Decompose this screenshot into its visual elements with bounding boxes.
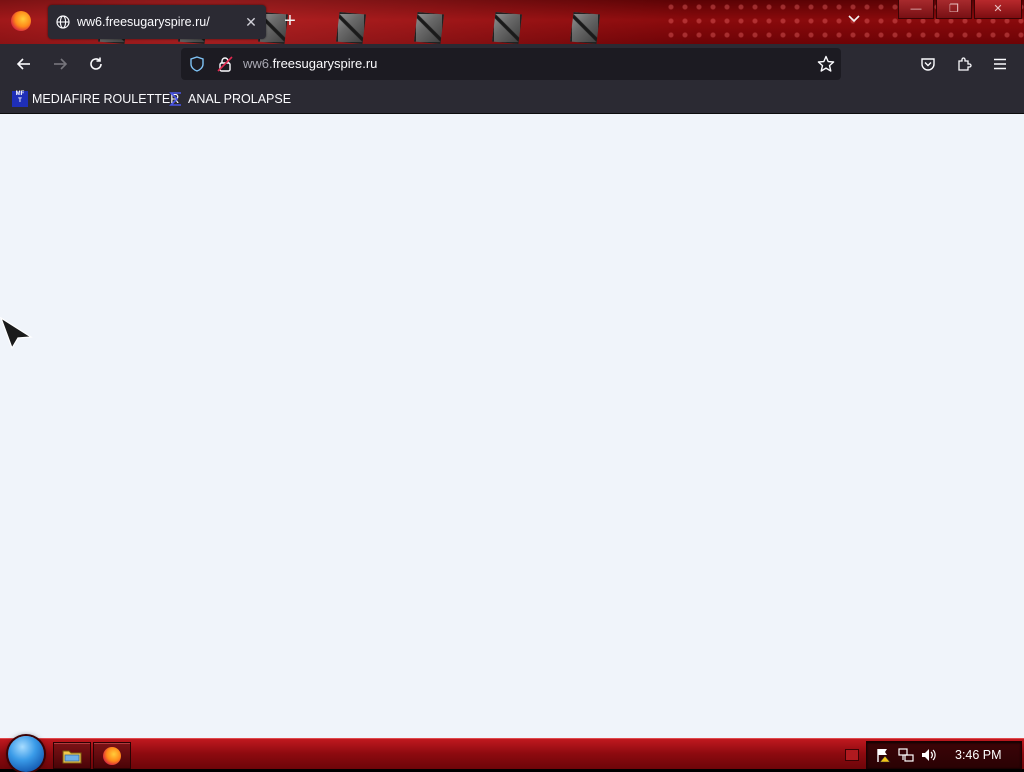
tracking-protection-shield-icon[interactable] [189, 56, 205, 77]
bookmark-label: ANAL PROLAPSE [188, 92, 292, 106]
reload-icon [90, 57, 102, 70]
pocket-icon [921, 58, 935, 71]
taskbar-file-explorer[interactable] [53, 742, 91, 769]
bookmark-mediafire-rouletter[interactable]: MF T MEDIAFIRE ROULETTER [12, 89, 179, 109]
bookmark-label: MEDIAFIRE ROULETTER [32, 92, 180, 106]
menu-icon [994, 58, 1006, 70]
network-icon[interactable] [898, 747, 914, 763]
extensions-button[interactable] [950, 50, 978, 78]
system-tray: 3:46 PM [866, 741, 1022, 769]
mediafire-favicon-icon: MF T [12, 91, 28, 107]
volume-icon[interactable] [921, 747, 937, 763]
file-explorer-icon [62, 750, 82, 763]
tab-title: ww6.freesugaryspire.ru/ [77, 15, 210, 29]
url-subdomain: ww6. [243, 56, 273, 71]
new-tab-button[interactable]: + [279, 10, 301, 32]
page-content[interactable] [0, 114, 1024, 738]
extensions-icon [958, 57, 972, 71]
restore-button[interactable]: ❐ [936, 0, 972, 19]
bookmarks-toolbar: MF T MEDIAFIRE ROULETTER ANAL PROLAPSE [0, 84, 1024, 114]
globe-icon [56, 15, 70, 32]
insecure-lock-icon[interactable] [217, 56, 233, 77]
browser-window: ww6.freesugaryspire.ru/ ✕ + — ❐ ✕ ww6.fr… [0, 0, 1024, 738]
url-domain: freesugaryspire.ru [272, 56, 378, 71]
wallpaper-icon [336, 12, 366, 44]
navigation-toolbar: ww6.freesugaryspire.ru [0, 44, 1024, 84]
show-hidden-icons-button[interactable] [845, 749, 859, 761]
close-window-button[interactable]: ✕ [974, 0, 1022, 19]
bookmark-star-icon[interactable] [817, 55, 835, 78]
bookmark-anal-prolapse[interactable]: ANAL PROLAPSE [168, 89, 291, 109]
action-center-flag-icon[interactable] [875, 747, 891, 763]
taskbar: 3:46 PM [0, 736, 1024, 772]
sigma-icon [168, 91, 184, 107]
forward-button[interactable] [46, 50, 74, 78]
list-all-tabs-button[interactable] [842, 11, 866, 33]
wallpaper-icon [492, 12, 522, 44]
save-to-pocket-button[interactable] [914, 50, 942, 78]
reload-button[interactable] [82, 50, 110, 78]
firefox-icon[interactable] [11, 11, 31, 31]
chevron-down-icon [848, 15, 860, 23]
firefox-icon [103, 746, 121, 765]
minimize-button[interactable]: — [898, 0, 934, 19]
address-bar[interactable]: ww6.freesugaryspire.ru [181, 48, 841, 80]
tab-strip: ww6.freesugaryspire.ru/ ✕ + — ❐ ✕ [0, 0, 1024, 44]
url-text[interactable]: ww6.freesugaryspire.ru [243, 56, 377, 71]
tab-close-button[interactable]: ✕ [242, 13, 260, 31]
tab-active[interactable]: ww6.freesugaryspire.ru/ ✕ [48, 5, 266, 39]
wallpaper-icon [414, 12, 444, 44]
window-controls: — ❐ ✕ [896, 0, 1022, 20]
forward-arrow-icon [54, 58, 68, 70]
back-button[interactable] [10, 50, 38, 78]
mouse-cursor-icon [0, 317, 33, 350]
back-arrow-icon [16, 58, 30, 70]
taskbar-firefox[interactable] [93, 742, 131, 769]
start-button[interactable] [8, 736, 44, 772]
wallpaper-icon [570, 12, 600, 44]
app-menu-button[interactable] [986, 50, 1014, 78]
taskbar-clock[interactable]: 3:46 PM [955, 748, 1002, 762]
